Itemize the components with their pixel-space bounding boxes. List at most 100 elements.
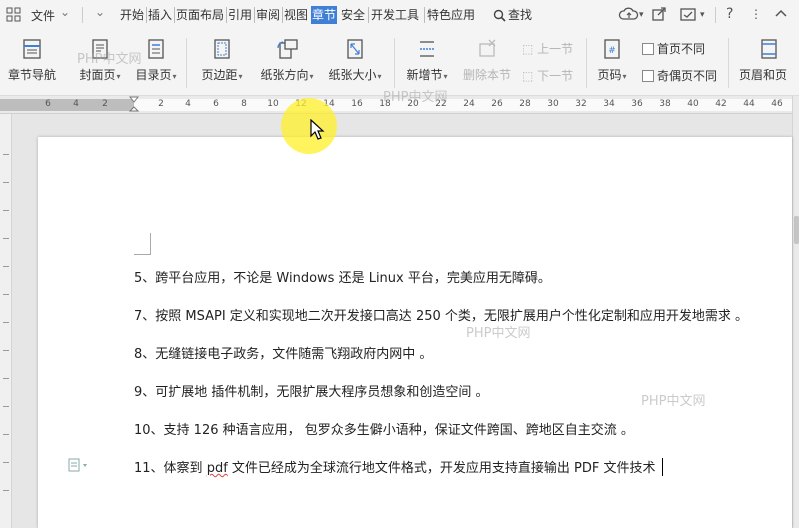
orientation-icon	[277, 39, 298, 59]
tab-divider	[146, 7, 147, 23]
checkbox-icon	[642, 43, 654, 55]
ruler-tick	[3, 350, 9, 351]
delete-section-button[interactable]: 删除本节	[461, 38, 513, 83]
tab-special-apps[interactable]: 特色应用	[427, 6, 475, 24]
section-nav-button[interactable]: 章节导航	[6, 38, 58, 83]
header-footer-icon	[761, 39, 777, 59]
skin-icon[interactable]	[679, 6, 697, 22]
tab-divider	[368, 7, 369, 23]
margins-button[interactable]: 页边距▾	[198, 38, 246, 83]
ruler-label: 4	[185, 99, 191, 109]
document-page[interactable]: 5、跨平台应用，不论是 Windows 还是 Linux 平台，完美应用无障碍。…	[38, 137, 792, 528]
ruler-tick	[3, 210, 9, 211]
ruler-label: 36	[631, 99, 643, 109]
paragraph[interactable]: 7、按照 MSAPI 定义和实现地二次开发接口高达 250 个类，无限扩展用户个…	[134, 305, 748, 324]
delete-section-label: 删除本节	[462, 68, 511, 82]
watermark: PHP中文网	[641, 394, 706, 409]
divider	[715, 7, 716, 23]
vertical-scrollbar[interactable]	[792, 96, 799, 528]
ruler-label: 40	[687, 99, 699, 109]
margin-corner-mark	[134, 233, 151, 255]
indent-marker-icon[interactable]	[129, 96, 139, 114]
paper-size-button[interactable]: 纸张大小▾	[325, 38, 385, 83]
paragraph-text: 10、支持 126 种语言应用， 包罗众多生僻小语种，保证文件跨国、跨地区自主交…	[134, 423, 634, 438]
tab-divider	[174, 7, 175, 23]
misspelled-word[interactable]: pdf	[207, 461, 228, 476]
next-section-icon: ⬚	[522, 69, 538, 83]
first-page-different-label: 首页不同	[657, 42, 706, 56]
tab-security[interactable]: 安全	[341, 6, 365, 24]
chevron-down-icon[interactable]: ⌄	[60, 5, 70, 19]
ruler-tick	[3, 462, 9, 463]
toc-page-label: 目录页	[135, 68, 172, 82]
tab-start[interactable]: 开始	[120, 6, 144, 24]
prev-section-button[interactable]: ⬚ 上一节	[522, 40, 573, 57]
page-number-button[interactable]: # 页码▾	[594, 38, 630, 83]
first-page-different-checkbox[interactable]: 首页不同	[642, 40, 705, 57]
tab-page-layout[interactable]: 页面布局	[176, 6, 224, 24]
margins-icon	[214, 39, 230, 59]
ruler-label: 30	[547, 99, 559, 109]
more-menu-icon[interactable]: ⌄	[95, 5, 105, 19]
prev-section-icon: ⬚	[522, 42, 538, 56]
more-icon[interactable]: ⋮	[750, 7, 762, 21]
chevron-down-icon[interactable]: ▾	[700, 10, 705, 20]
paragraph-handle-icon[interactable]	[68, 458, 90, 472]
prev-section-label: 上一节	[537, 42, 574, 56]
file-menu[interactable]: 文件	[31, 7, 55, 24]
toc-page-icon	[148, 39, 164, 59]
ribbon-divider	[186, 38, 187, 88]
odd-even-different-checkbox[interactable]: 奇偶页不同	[642, 67, 717, 84]
share-icon[interactable]	[651, 6, 667, 22]
search-button[interactable]: 查找	[493, 6, 532, 23]
search-icon	[493, 9, 506, 22]
vertical-ruler[interactable]	[0, 114, 12, 528]
tab-view[interactable]: 视图	[284, 6, 308, 24]
paper-size-label: 纸张大小	[328, 68, 377, 82]
header-footer-button[interactable]: 页眉和页	[739, 38, 799, 83]
orientation-button[interactable]: 纸张方向▾	[257, 38, 317, 83]
divider	[82, 7, 83, 23]
collapse-icon[interactable]	[775, 8, 787, 18]
paper-size-icon	[347, 39, 363, 59]
ruler-label: 34	[603, 99, 615, 109]
cloud-sync-icon[interactable]	[618, 6, 640, 22]
ruler-label: 26	[491, 99, 503, 109]
tab-insert[interactable]: 插入	[148, 6, 172, 24]
orientation-label: 纸张方向	[260, 68, 309, 82]
cursor-highlight	[281, 98, 337, 154]
tab-divider	[282, 7, 283, 23]
ruler-label: 16	[351, 99, 363, 109]
odd-even-different-label: 奇偶页不同	[657, 69, 718, 83]
ruler-tick	[3, 490, 9, 491]
paragraph[interactable]: 5、跨平台应用，不论是 Windows 还是 Linux 平台，完美应用无障碍。	[134, 267, 551, 286]
paragraph[interactable]: 11、体察到 pdf 文件已经成为全球流行地文件格式，开发应用支持直接输出 PD…	[134, 457, 664, 476]
ruler-label: 32	[575, 99, 587, 109]
tab-developer[interactable]: 开发工具	[371, 6, 419, 24]
tab-divider	[226, 7, 227, 23]
ribbon-divider	[394, 38, 395, 88]
ribbon-divider	[728, 38, 729, 88]
ruler-label: 8	[241, 99, 247, 109]
cover-page-label: 封面页	[79, 68, 116, 82]
chevron-down-icon: ▾	[377, 72, 382, 81]
paragraph[interactable]: 9、可扩展地 插件机制，无限扩展大程序员想象和创造空间 。	[134, 381, 489, 400]
new-section-button[interactable]: 新增节▾	[403, 38, 451, 83]
tab-review[interactable]: 审阅	[256, 6, 280, 24]
tab-section[interactable]: 章节	[311, 6, 338, 24]
app-grid-icon[interactable]	[6, 7, 22, 23]
paragraph-text: 5、跨平台应用，不论是 Windows 还是 Linux 平台，完美应用无障碍。	[134, 271, 551, 286]
paragraph[interactable]: 8、无缝链接电子政务，文件随需飞翔政府内网中 。	[134, 343, 432, 362]
new-section-label: 新增节	[406, 68, 443, 82]
chevron-down-icon[interactable]: ▾	[639, 10, 644, 20]
ruler-label: 6	[45, 99, 51, 109]
scrollbar-thumb[interactable]	[794, 216, 799, 244]
help-icon[interactable]: ?	[726, 6, 733, 22]
ruler-label: 46	[771, 99, 783, 109]
search-label: 查找	[508, 8, 533, 22]
paragraph[interactable]: 10、支持 126 种语言应用， 包罗众多生僻小语种，保证文件跨国、跨地区自主交…	[134, 419, 634, 438]
ruler-label: 10	[267, 99, 279, 109]
next-section-label: 下一节	[537, 69, 574, 83]
next-section-button[interactable]: ⬚ 下一节	[522, 67, 573, 84]
tab-references[interactable]: 引用	[228, 6, 252, 24]
